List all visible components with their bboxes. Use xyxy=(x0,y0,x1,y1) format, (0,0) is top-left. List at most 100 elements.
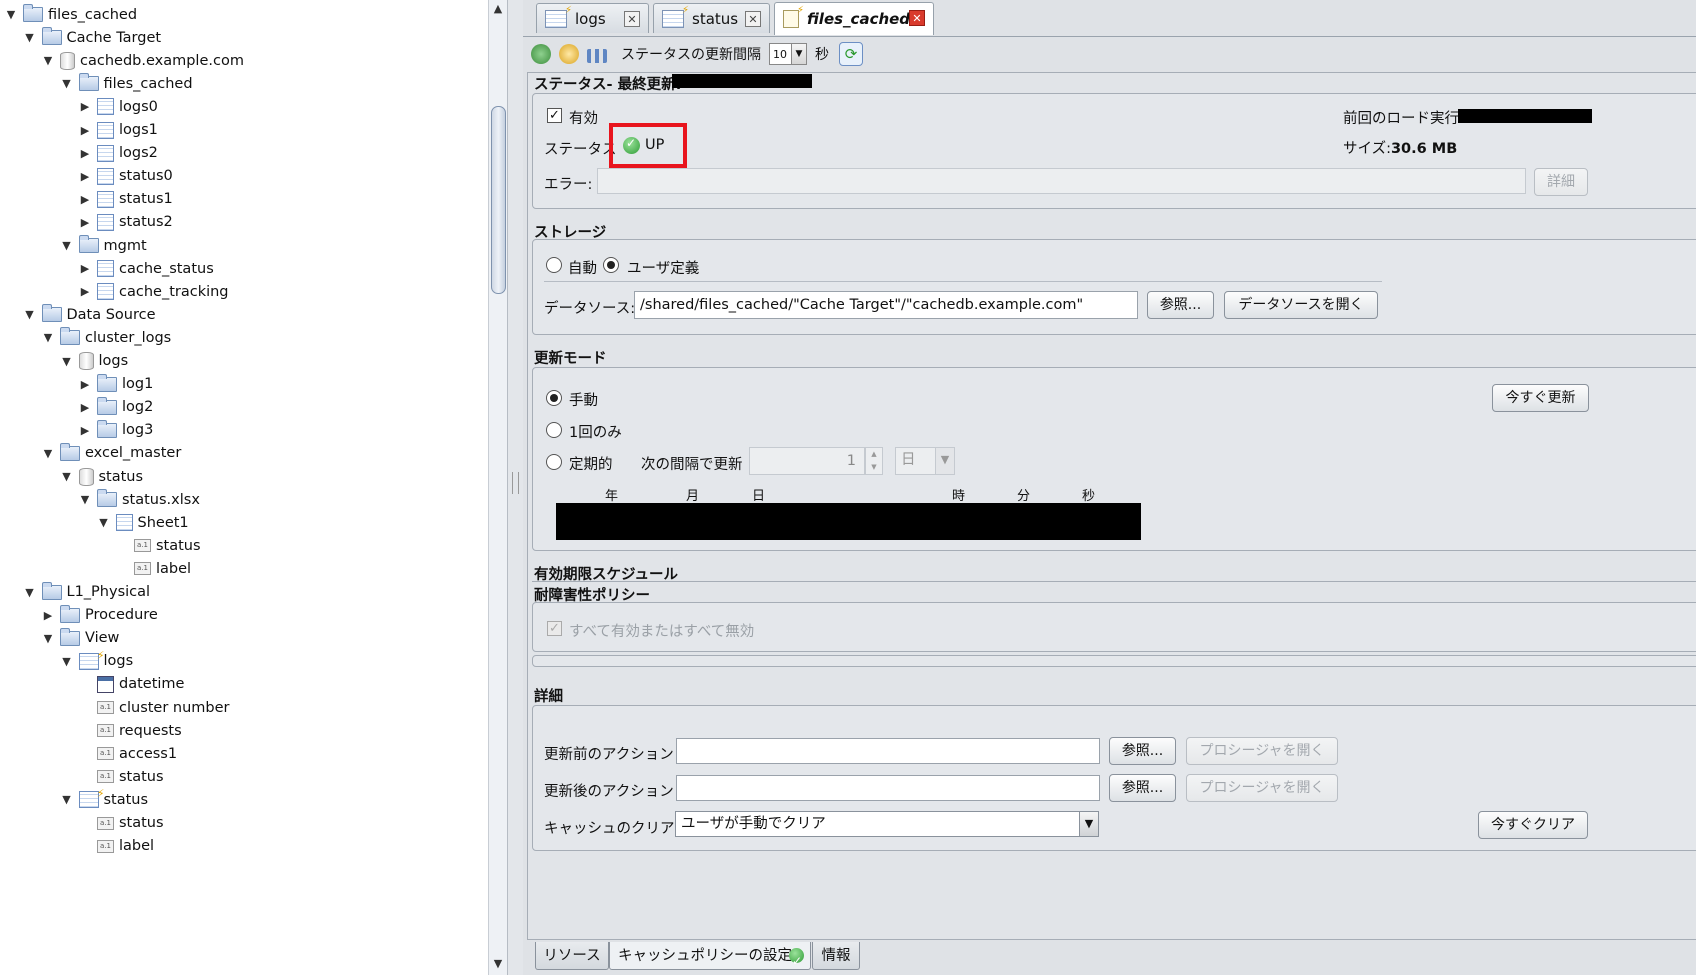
refresh-status-button[interactable]: ⟳ xyxy=(839,42,863,66)
datasource-browse-button[interactable]: 参照... xyxy=(1147,291,1214,319)
close-icon[interactable]: ✕ xyxy=(624,11,640,27)
collapsed-arrow-icon[interactable]: ▶ xyxy=(41,609,55,622)
expanded-arrow-icon[interactable]: ▼ xyxy=(41,331,55,344)
expanded-arrow-icon[interactable]: ▼ xyxy=(4,8,18,21)
tree-item[interactable]: ▶ status0 xyxy=(78,164,173,189)
post-action-field[interactable] xyxy=(676,775,1100,801)
tree-item[interactable]: ▶ cache_tracking xyxy=(78,279,229,304)
collapsed-arrow-icon[interactable]: ▶ xyxy=(78,147,92,160)
scroll-up-arrow-icon[interactable]: ▲ xyxy=(489,0,507,18)
refresh-manual-radio[interactable] xyxy=(546,390,562,406)
tab-info[interactable]: 情報 xyxy=(812,942,860,970)
open-datasource-button[interactable]: データソースを開く xyxy=(1224,291,1378,319)
tree-item[interactable]: ▶ log2 xyxy=(78,395,153,420)
collapsed-arrow-icon[interactable]: ▶ xyxy=(78,401,92,414)
tree-item[interactable]: ▶ log3 xyxy=(78,418,153,443)
enabled-checkbox[interactable]: ✓ xyxy=(547,108,562,123)
pre-action-browse-button[interactable]: 参照... xyxy=(1109,737,1176,765)
tree-item[interactable]: ▼ status xyxy=(60,787,148,812)
resource-tree[interactable]: ▼ files_cached ▼ Cache Target ▼ cachedb.examp… xyxy=(0,0,488,975)
expanded-arrow-icon[interactable]: ▼ xyxy=(60,655,74,668)
tab-status[interactable]: status ✕ xyxy=(653,3,770,33)
status-interval-spinner[interactable]: 10 ▼ xyxy=(769,43,807,65)
refresh-once-radio[interactable] xyxy=(546,422,562,438)
collapsed-arrow-icon[interactable]: ▶ xyxy=(78,378,92,391)
tree-item[interactable]: ▼ status.xlsx xyxy=(78,487,200,512)
tree-item[interactable]: ▼ View xyxy=(41,626,119,651)
tab-resource[interactable]: リソース xyxy=(535,942,609,970)
tree-item[interactable]: ▼ logs xyxy=(60,349,128,374)
tree-item[interactable]: ▶ cache_status xyxy=(78,256,214,281)
expanded-arrow-icon[interactable]: ▼ xyxy=(41,54,55,67)
datasource-field[interactable]: /shared/files_cached/"Cache Target"/"cac… xyxy=(634,291,1138,319)
cache-clear-select[interactable]: ユーザが手動でクリア ▼ xyxy=(675,811,1099,837)
tree-item[interactable]: ▶ status2 xyxy=(78,210,173,235)
expanded-arrow-icon[interactable]: ▼ xyxy=(23,308,37,321)
expanded-arrow-icon[interactable]: ▼ xyxy=(41,632,55,645)
clear-now-button[interactable]: 今すぐクリア xyxy=(1478,811,1588,839)
tab-files-cached[interactable]: files_cached ✕ xyxy=(774,2,934,35)
collapsed-arrow-icon[interactable]: ▶ xyxy=(78,216,92,229)
tree-item[interactable]: ▼ Sheet1 xyxy=(97,510,189,535)
tree-item[interactable]: ▼ files_cached xyxy=(60,71,193,96)
tree-item[interactable]: ▶ logs0 xyxy=(78,94,158,119)
tree-item[interactable]: ▶ logs1 xyxy=(78,118,158,143)
tree-item[interactable]: ▶ log1 xyxy=(78,372,153,397)
storage-user-defined-radio[interactable] xyxy=(603,257,619,273)
refresh-now-button[interactable]: 今すぐ更新 xyxy=(1492,384,1589,412)
pre-action-open-procedure-button[interactable]: プロシージャを開く xyxy=(1186,737,1338,765)
scroll-down-arrow-icon[interactable]: ▼ xyxy=(489,955,507,973)
expanded-arrow-icon[interactable]: ▼ xyxy=(60,470,74,483)
expanded-arrow-icon[interactable]: ▼ xyxy=(60,77,74,90)
tree-item[interactable]: ▼ status xyxy=(60,464,143,489)
tree-item[interactable]: ▼ Data Source xyxy=(23,302,156,327)
tree-item[interactable]: a.1 status xyxy=(78,811,164,836)
tree-item[interactable]: a.1 access1 xyxy=(78,741,177,766)
tree-item[interactable]: ▶ status1 xyxy=(78,187,173,212)
tree-item[interactable]: ▶ logs2 xyxy=(78,141,158,166)
collapsed-arrow-icon[interactable]: ▶ xyxy=(78,285,92,298)
pane-splitter[interactable] xyxy=(507,0,524,975)
tree-item[interactable]: ▼ Cache Target xyxy=(23,25,161,50)
storage-auto-radio[interactable] xyxy=(546,257,562,273)
collapsed-arrow-icon[interactable]: ▶ xyxy=(78,170,92,183)
tab-logs[interactable]: logs ✕ xyxy=(536,3,649,33)
clear-cache-icon[interactable] xyxy=(559,44,579,64)
tree-item[interactable]: ▼ logs xyxy=(60,649,133,674)
tree-item[interactable]: a.1 requests xyxy=(78,718,182,743)
post-action-browse-button[interactable]: 参照... xyxy=(1109,774,1176,802)
expanded-arrow-icon[interactable]: ▼ xyxy=(41,447,55,460)
dependency-icon[interactable] xyxy=(587,48,607,63)
tree-item[interactable]: a.1 label xyxy=(115,556,191,581)
post-action-open-procedure-button[interactable]: プロシージャを開く xyxy=(1186,774,1338,802)
tree-scrollbar[interactable]: ▲ ▼ xyxy=(488,0,507,975)
expanded-arrow-icon[interactable]: ▼ xyxy=(23,31,37,44)
expanded-arrow-icon[interactable]: ▼ xyxy=(60,355,74,368)
tree-item[interactable]: ▼ cluster_logs xyxy=(41,325,171,350)
pre-action-field[interactable] xyxy=(676,738,1100,764)
close-icon[interactable]: ✕ xyxy=(745,11,761,27)
tree-item[interactable]: ▶ Procedure xyxy=(41,603,158,628)
tree-item[interactable]: a.1 status xyxy=(78,764,164,789)
tree-item[interactable]: ▼ files_cached xyxy=(4,2,137,27)
expanded-arrow-icon[interactable]: ▼ xyxy=(78,493,92,506)
tree-item[interactable]: ▼ mgmt xyxy=(60,233,147,258)
expanded-arrow-icon[interactable]: ▼ xyxy=(23,586,37,599)
refresh-periodic-radio[interactable] xyxy=(546,454,562,470)
tree-item[interactable]: a.1 label xyxy=(78,834,154,859)
collapsed-arrow-icon[interactable]: ▶ xyxy=(78,124,92,137)
error-detail-button[interactable]: 詳細 xyxy=(1534,168,1588,196)
tree-item[interactable]: datetime xyxy=(78,672,184,697)
tab-cache-policy[interactable]: キャッシュポリシーの設定 xyxy=(609,942,811,975)
refresh-cache-icon[interactable] xyxy=(531,44,551,64)
tree-item[interactable]: ▼ excel_master xyxy=(41,441,181,466)
chevron-down-icon[interactable]: ▼ xyxy=(791,44,806,64)
expanded-arrow-icon[interactable]: ▼ xyxy=(97,516,111,529)
collapsed-arrow-icon[interactable]: ▶ xyxy=(78,262,92,275)
chevron-down-icon[interactable]: ▼ xyxy=(1079,812,1098,836)
tree-item[interactable]: ▼ cachedb.example.com xyxy=(41,48,244,73)
tree-item[interactable]: a.1 status xyxy=(115,533,201,558)
tree-item[interactable]: a.1 cluster number xyxy=(78,695,230,720)
tree-item[interactable]: ▼ L1_Physical xyxy=(23,580,150,605)
scrollbar-thumb[interactable] xyxy=(491,106,506,294)
